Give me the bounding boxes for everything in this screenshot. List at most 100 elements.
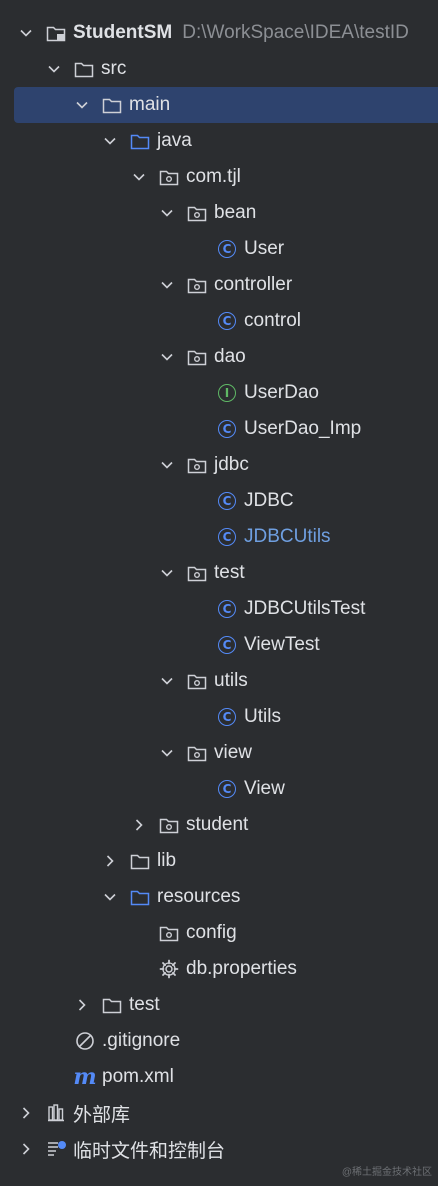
tree-row-jdbc-utils[interactable]: C JDBCUtils [0,519,438,555]
chevron-down-icon[interactable] [45,60,63,78]
package-label: test [214,562,245,583]
scratches-label: 临时文件和控制台 [73,1140,226,1162]
package-label: bean [214,202,257,223]
file-label: db.properties [186,958,297,979]
tree-row-control[interactable]: C control [0,303,438,339]
chevron-right-icon[interactable] [73,996,91,1014]
tree-row-dao[interactable]: dao [0,339,438,375]
class-icon: C [216,418,238,440]
chevron-down-icon[interactable] [158,672,176,690]
class-label: ViewTest [244,634,320,655]
tree-row-resources[interactable]: resources [0,879,438,915]
tree-row-controller[interactable]: controller [0,267,438,303]
class-label: control [244,310,302,331]
folder-icon [101,994,123,1016]
tree-row-bean[interactable]: bean [0,195,438,231]
class-icon: C [216,634,238,656]
tree-row-user-dao[interactable]: I UserDao [0,375,438,411]
package-icon [186,346,208,368]
folder-icon [129,850,151,872]
class-icon: C [216,238,238,260]
package-label: student [186,814,249,835]
class-label: Utils [244,706,281,727]
tree-row-jdbc-utils-test[interactable]: C JDBCUtilsTest [0,591,438,627]
tree-row-db-properties[interactable]: db.properties [0,951,438,987]
tree-row-student[interactable]: student [0,807,438,843]
tree-row-project-root[interactable]: StudentSM D:\WorkSpace\IDEA\testID [0,15,438,51]
tree-row-jdbc[interactable]: jdbc [0,447,438,483]
tree-row-scratches[interactable]: 临时文件和控制台 [0,1131,438,1167]
folder-label: lib [157,850,177,871]
tree-row-gitignore[interactable]: .gitignore [0,1023,438,1059]
class-icon: C [216,490,238,512]
class-icon: C [216,598,238,620]
package-label: view [214,742,253,763]
chevron-right-icon[interactable] [17,1140,35,1158]
chevron-down-icon[interactable] [17,24,35,42]
tree-row-lib[interactable]: lib [0,843,438,879]
chevron-down-icon[interactable] [158,456,176,474]
gear-icon [158,958,180,980]
class-icon: C [216,706,238,728]
package-icon [186,454,208,476]
tree-row-pom[interactable]: m pom.xml [0,1059,438,1095]
chevron-down-icon[interactable] [158,276,176,294]
tree-row-test-package[interactable]: test [0,555,438,591]
tree-row-user-dao-imp[interactable]: C UserDao_Imp [0,411,438,447]
tree-row-utils-class[interactable]: C Utils [0,699,438,735]
package-label: com.tjl [186,166,241,187]
watermark: @稀土掘金技术社区 [341,1167,432,1178]
chevron-down-icon[interactable] [101,132,119,150]
tree-row-main[interactable]: main [14,87,438,123]
class-label: View [244,778,285,799]
tree-row-user[interactable]: C User [0,231,438,267]
tree-row-src[interactable]: src [0,51,438,87]
tree-row-jdbc-class[interactable]: C JDBC [0,483,438,519]
file-label: .gitignore [102,1030,181,1051]
tree-row-view-class[interactable]: C View [0,771,438,807]
class-icon: C [216,310,238,332]
chevron-down-icon[interactable] [158,564,176,582]
maven-icon: m [73,1064,97,1090]
chevron-right-icon[interactable] [101,852,119,870]
tree-row-view[interactable]: view [0,735,438,771]
interface-label: UserDao [244,382,319,403]
chevron-down-icon[interactable] [158,204,176,222]
package-label: controller [214,274,293,295]
folder-label: main [129,94,171,115]
folder-icon [101,94,123,116]
project-root-label: StudentSM [73,22,173,43]
tree-row-view-test[interactable]: C ViewTest [0,627,438,663]
class-label: UserDao_Imp [244,418,362,439]
ignore-file-icon [74,1030,96,1052]
chevron-down-icon[interactable] [158,348,176,366]
class-icon: C [216,526,238,548]
tree-row-utils[interactable]: utils [0,663,438,699]
tree-row-java[interactable]: java [0,123,438,159]
tree-row-com-tjl[interactable]: com.tjl [0,159,438,195]
package-icon [158,814,180,836]
file-label: pom.xml [102,1066,174,1087]
class-label: User [244,238,285,259]
package-label: utils [214,670,248,691]
class-label: JDBCUtils [244,526,331,547]
folder-label: resources [157,886,241,907]
tree-row-test-dir[interactable]: test [0,987,438,1023]
source-folder-icon [129,130,151,152]
tree-row-external-libraries[interactable]: 外部库 [0,1095,438,1131]
resource-folder-icon [129,886,151,908]
scratches-icon [45,1138,67,1160]
tree-row-config[interactable]: config [0,915,438,951]
class-label: JDBCUtilsTest [244,598,366,619]
folder-label: test [129,994,160,1015]
chevron-right-icon[interactable] [17,1104,35,1122]
chevron-down-icon[interactable] [158,744,176,762]
chevron-down-icon[interactable] [73,96,91,114]
package-label: jdbc [214,454,249,475]
chevron-down-icon[interactable] [101,888,119,906]
package-icon [186,670,208,692]
folder-label: src [101,58,127,79]
chevron-down-icon[interactable] [130,168,148,186]
chevron-right-icon[interactable] [130,816,148,834]
project-folder-icon [45,22,67,44]
